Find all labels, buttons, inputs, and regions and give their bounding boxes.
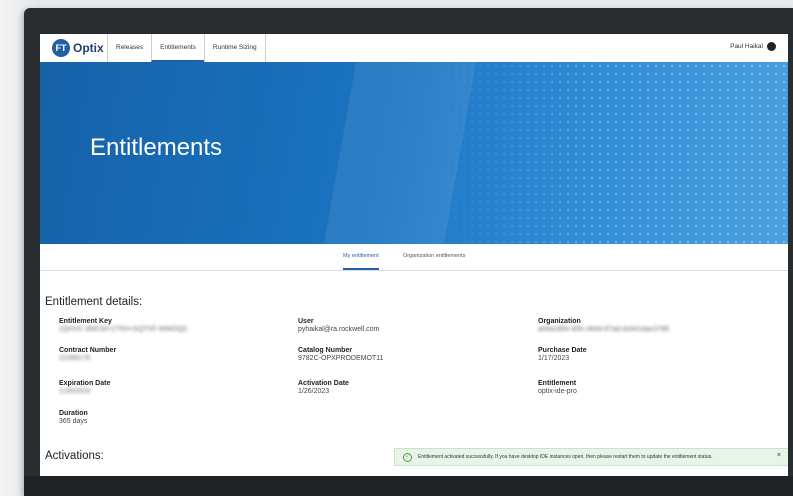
- field-label: User: [298, 318, 314, 325]
- field-label: Entitlement: [538, 380, 577, 387]
- hero-dot-pattern: [428, 62, 788, 244]
- field-expiration-date: Expiration Date 1/26/2024: [59, 380, 279, 395]
- field-entitlement: Entitlement optix-ide-pro: [538, 380, 758, 395]
- field-value: 22396178: [59, 355, 91, 362]
- tab-releases[interactable]: Releases: [107, 34, 151, 62]
- field-value: 1/26/2024: [59, 388, 91, 395]
- app-screen: FT Optix Releases Entitlements Runtime S…: [40, 34, 788, 476]
- field-label: Organization: [538, 318, 581, 325]
- tab-organization-entitlements[interactable]: Organization entitlements: [403, 244, 465, 268]
- toast-message: Entitlement activated successfully. If y…: [418, 454, 713, 460]
- field-catalog-number: Catalog Number 9782C-OPXPRODEMOT11: [298, 347, 518, 362]
- field-label: Entitlement Key: [59, 318, 112, 325]
- field-contract-number: Contract Number 22396178: [59, 347, 279, 362]
- field-duration: Duration 365 days: [59, 410, 279, 425]
- logo-badge: FT: [52, 39, 70, 57]
- check-circle-icon: ✓: [403, 452, 412, 462]
- user-menu[interactable]: Paul Haikal: [730, 42, 776, 51]
- tab-my-entitlement[interactable]: My entitlement: [343, 244, 379, 270]
- user-icon: [767, 42, 776, 51]
- field-value: 1/17/2023: [538, 355, 570, 362]
- field-value: a64ac894-40fc-4644-87ad-dc641dae3788: [538, 326, 669, 333]
- field-label: Catalog Number: [298, 347, 353, 354]
- success-toast: ✓ Entitlement activated successfully. If…: [394, 448, 788, 466]
- logo[interactable]: FT Optix: [52, 39, 104, 57]
- tab-entitlements[interactable]: Entitlements: [151, 34, 204, 62]
- close-icon[interactable]: ×: [777, 452, 781, 459]
- activations-title: Activations:: [45, 450, 104, 462]
- field-value: pyhaikal@ra.rockwell.com: [298, 326, 380, 333]
- field-value: optix-ide-pro: [538, 388, 577, 395]
- field-activation-date: Activation Date 1/26/2023: [298, 380, 518, 395]
- field-value: 1/26/2023: [298, 388, 330, 395]
- field-label: Duration: [59, 410, 88, 417]
- field-value: 2QHVC-3MC9X-CTKH-GQTXF-WWOQC: [59, 326, 189, 333]
- field-organization: Organization a64ac894-40fc-4644-87ad-dc6…: [538, 318, 758, 333]
- field-label: Purchase Date: [538, 347, 587, 354]
- monitor-bezel-bottom: [24, 476, 793, 496]
- field-label: Expiration Date: [59, 380, 111, 387]
- field-user: User pyhaikal@ra.rockwell.com: [298, 318, 518, 333]
- details-title: Entitlement details:: [45, 296, 143, 308]
- entitlement-tabs: My entitlement Organization entitlements: [40, 244, 788, 271]
- logo-text: Optix: [73, 41, 104, 55]
- field-entitlement-key: Entitlement Key 2QHVC-3MC9X-CTKH-GQTXF-W…: [59, 318, 279, 333]
- top-navigation: FT Optix Releases Entitlements Runtime S…: [40, 34, 788, 63]
- field-label: Contract Number: [59, 347, 117, 354]
- user-name: Paul Haikal: [730, 43, 763, 50]
- field-purchase-date: Purchase Date 1/17/2023: [538, 347, 758, 362]
- hero-banner: Entitlements: [40, 62, 788, 244]
- field-value: 9782C-OPXPRODEMOT11: [298, 355, 384, 362]
- tab-runtime-sizing[interactable]: Runtime Sizing: [203, 34, 266, 62]
- page-title: Entitlements: [90, 134, 223, 161]
- field-label: Activation Date: [298, 380, 349, 387]
- field-value: 365 days: [59, 418, 88, 425]
- nav-tabs: Releases Entitlements Runtime Sizing: [107, 34, 266, 62]
